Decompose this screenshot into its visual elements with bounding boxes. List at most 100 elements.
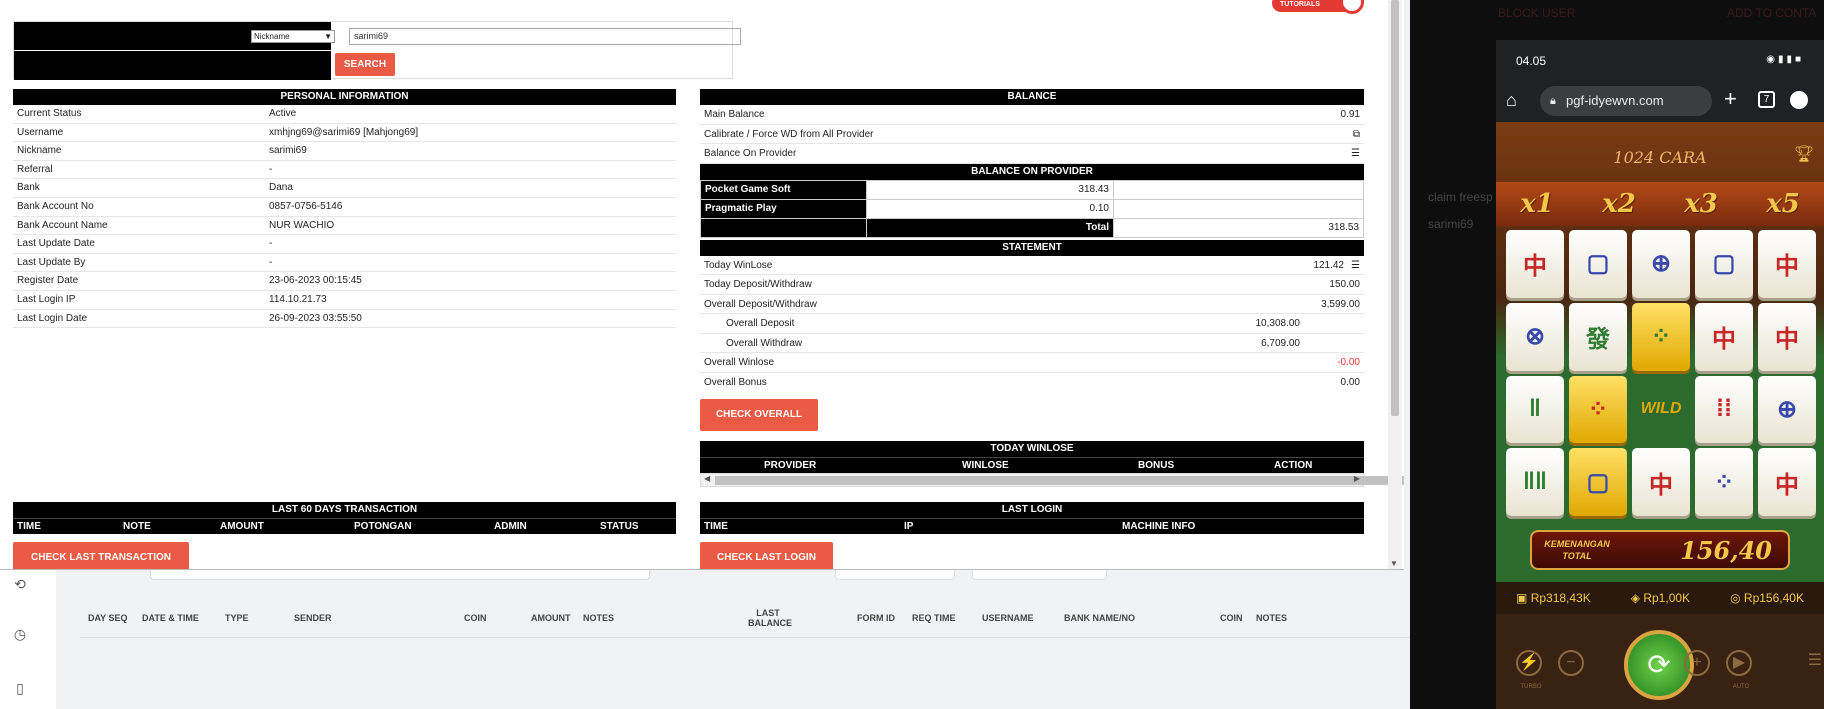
- stat-value: 10,308.00: [1255, 318, 1301, 329]
- red-dragon-tile: 中: [1758, 230, 1816, 298]
- check-last-transaction-button[interactable]: CHECK LAST TRANSACTION: [13, 542, 189, 569]
- multiplier: x3: [1684, 189, 1718, 219]
- background-sidebar: ⟲ ◷ ▯: [0, 560, 56, 709]
- stat-label: Overall Winlose: [704, 357, 775, 368]
- scroll-down-icon[interactable]: ▼: [1390, 559, 1398, 568]
- main-balance-label: Main Balance: [704, 109, 765, 120]
- search-button[interactable]: SEARCH: [335, 53, 395, 76]
- bet-stat: ◈ Rp1,00K: [1630, 591, 1691, 605]
- info-value: 23-06-2023 00:15:45: [269, 275, 362, 287]
- check-last-login-button[interactable]: CHECK LAST LOGIN: [700, 542, 833, 569]
- info-row: Last Update By -: [13, 254, 676, 273]
- clock-icon[interactable]: ◷: [10, 626, 30, 646]
- scroll-right-icon[interactable]: ▶: [1354, 474, 1360, 483]
- dots-tile: ⊕: [1758, 375, 1816, 444]
- col-header: NOTES: [1256, 612, 1288, 623]
- info-row: Referral -: [13, 161, 676, 180]
- scroll-left-icon[interactable]: ◀: [704, 474, 710, 483]
- balance-on-provider-label: Balance On Provider: [704, 148, 797, 159]
- col-header: NOTE: [123, 521, 151, 532]
- dots-tile: ⊗: [1506, 302, 1564, 371]
- total-win-label: KEMENANGAN TOTAL: [1544, 539, 1610, 561]
- search-label-cell: [14, 51, 331, 80]
- new-tab-icon[interactable]: +: [1724, 86, 1737, 112]
- balance-panel: BALANCE Main Balance 0.91 Calibrate / For…: [700, 89, 1404, 487]
- trophy-icon[interactable]: 🏆︎: [1794, 144, 1814, 164]
- col-header: BANK NAME/NO: [1064, 612, 1135, 623]
- info-row: Register Date 23-06-2023 00:15:45: [13, 272, 676, 291]
- provider-table: Pocket Game Soft 318.43 Pragmatic Play 0.1…: [700, 179, 1364, 238]
- turbo-label: TURBO: [1520, 684, 1542, 690]
- info-label: Last Login IP: [17, 293, 76, 305]
- chevron-down-icon: ▼: [324, 32, 332, 41]
- balance-title: BALANCE: [700, 89, 1364, 105]
- col-header: TIME: [704, 521, 728, 532]
- auto-button[interactable]: ▶ AUTO: [1726, 650, 1752, 690]
- info-label: Last Update By: [17, 256, 86, 268]
- external-link-icon[interactable]: ⧉: [1353, 125, 1360, 144]
- stat-value: 150.00: [1329, 279, 1360, 290]
- stat-label: Overall Bonus: [704, 376, 767, 388]
- check-overall-button[interactable]: CHECK OVERALL: [700, 399, 818, 431]
- col-header: ACTION: [1274, 460, 1313, 471]
- provider-extra: [1113, 198, 1364, 219]
- info-value: 114.10.21.73: [269, 293, 327, 305]
- horizontal-scrollbar[interactable]: ◀ ▶: [700, 473, 1404, 487]
- personal-info-title: PERSONAL INFORMATION: [13, 89, 676, 105]
- tutorials-button[interactable]: TUTORIALS: [1272, 0, 1364, 14]
- statement-title: STATEMENT: [700, 239, 1364, 256]
- col-header: AMOUNT: [220, 521, 264, 532]
- total-win-value: 156,40: [1680, 536, 1772, 565]
- url-text: pgf-idyewvn.com: [1566, 93, 1664, 108]
- search-input[interactable]: sarimi69: [349, 28, 741, 45]
- info-label: Last Login Date: [17, 312, 88, 324]
- search-type-select[interactable]: Nickname ▼: [251, 30, 335, 43]
- turbo-button[interactable]: ⚡ TURBO: [1516, 650, 1542, 690]
- calibrate-label: Calibrate / Force WD from All Provider: [704, 128, 874, 140]
- col-header: AMOUNT: [531, 612, 571, 623]
- vertical-scrollbar[interactable]: ▼: [1388, 0, 1402, 569]
- overall-deposit-row: Overall Deposit 10,308.00: [700, 314, 1364, 334]
- info-row: Username xmhjng69@sarimi69 [Mahjong69]: [13, 124, 676, 143]
- win-stat: ◎ Rp156,40K: [1730, 591, 1804, 605]
- list-icon[interactable]: ☰: [1351, 256, 1360, 275]
- history-icon[interactable]: ⟲: [10, 576, 30, 596]
- home-icon[interactable]: ⌂: [1506, 90, 1517, 111]
- red-dragon-tile: 中: [1506, 230, 1564, 298]
- info-value: Active: [269, 108, 297, 119]
- provider-value: 0.10: [866, 198, 1114, 219]
- multiplier-bar: x1 x2 x3 x5: [1496, 182, 1824, 226]
- white-dragon-tile: ▢: [1695, 230, 1753, 298]
- url-field[interactable]: 🔒︎ pgf-idyewvn.com: [1540, 86, 1712, 116]
- col-header: FORM ID: [857, 612, 895, 623]
- scroll-thumb[interactable]: [1391, 0, 1399, 416]
- col-header: USERNAME: [982, 612, 1034, 623]
- list-icon[interactable]: ☰: [1351, 144, 1360, 163]
- profile-icon[interactable]: [1790, 91, 1808, 109]
- last-login-panel: LAST LOGIN TIME IP MACHINE INFO CHECK LA…: [700, 502, 1364, 569]
- overall-bonus-row: Overall Bonus 0.00: [700, 373, 1364, 393]
- slot-game: 1024 CARA 🏆︎ x1 x2 x3 x5 中 ▢ ⊕ ▢ 中 ⊗ 發 ⁘…: [1496, 122, 1824, 709]
- dots-tile: ⁘: [1632, 302, 1690, 371]
- tabs-button[interactable]: 7: [1758, 91, 1775, 108]
- overall-withdraw-row: Overall Withdraw 6,709.00: [700, 334, 1364, 353]
- scroll-thumb[interactable]: [715, 476, 1404, 485]
- balance-stat: ▣ Rp318,43K: [1516, 591, 1591, 605]
- provider-title: BALANCE ON PROVIDER: [700, 163, 1364, 180]
- minus-button[interactable]: −: [1558, 650, 1584, 676]
- red-dragon-tile: 中: [1632, 448, 1690, 516]
- menu-icon[interactable]: ☰: [1808, 650, 1822, 670]
- col-header: COIN: [1220, 612, 1243, 623]
- book-icon[interactable]: ▯: [10, 680, 30, 700]
- bamboo-tile: ⁞⁞: [1695, 375, 1753, 444]
- info-label: Referral: [17, 163, 53, 175]
- plus-button[interactable]: +: [1684, 650, 1710, 676]
- personal-info-rows: Current Status Active Username xmhjng69@sar…: [13, 105, 676, 329]
- stat-value: 6,709.00: [1261, 337, 1300, 349]
- table-row: Pragmatic Play 0.10: [700, 198, 1364, 219]
- main-balance-value: 0.91: [1340, 109, 1360, 120]
- table-row: Pocket Game Soft 318.43: [700, 179, 1364, 200]
- total-label-cell: [700, 217, 867, 238]
- stat-label: Today WinLose: [704, 259, 773, 271]
- col-header: TYPE: [225, 612, 249, 623]
